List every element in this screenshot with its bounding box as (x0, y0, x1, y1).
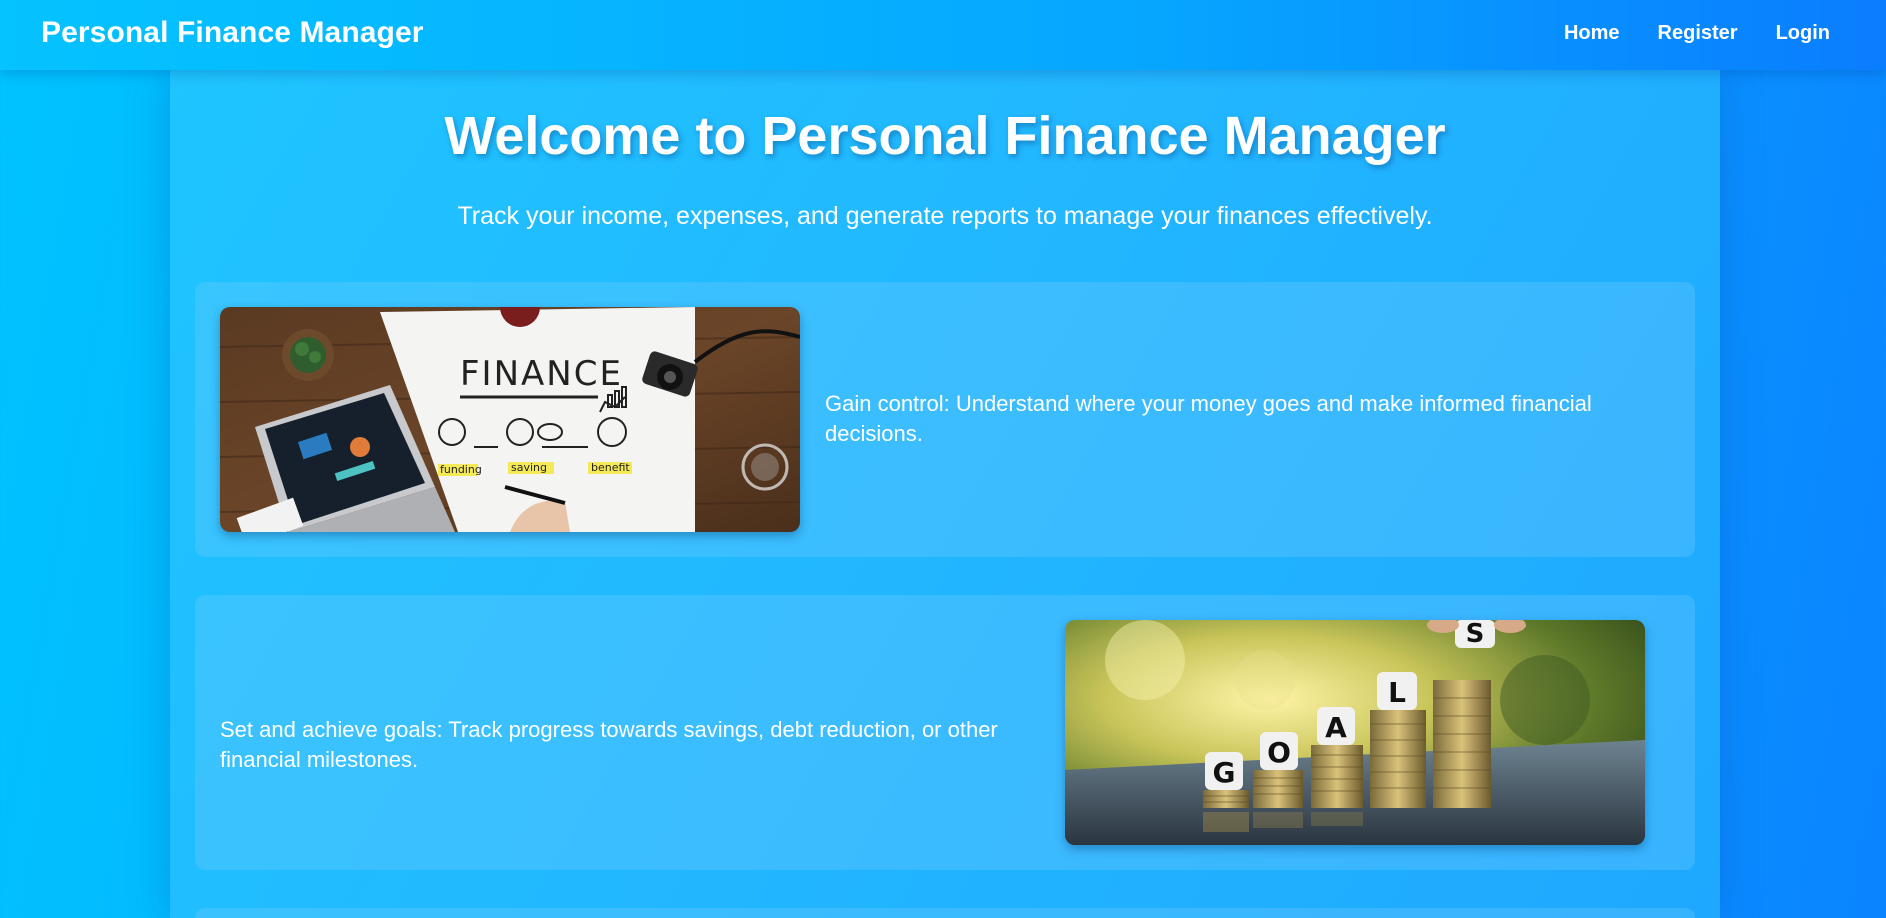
brand-logo-text[interactable]: Personal Finance Manager (41, 15, 424, 51)
svg-text:funding: funding (440, 463, 482, 476)
main-container: Welcome to Personal Finance Manager Trac… (170, 70, 1720, 918)
goals-coins-image: G O A L S (1065, 620, 1645, 845)
feature-card-goals: Set and achieve goals: Track progress to… (195, 595, 1695, 870)
page-subtitle: Track your income, expenses, and generat… (457, 202, 1433, 230)
feature-text-goals: Set and achieve goals: Track progress to… (220, 717, 998, 772)
nav-link-register[interactable]: Register (1658, 20, 1738, 46)
feature-text-gain-control: Gain control: Understand where your mone… (825, 391, 1592, 446)
svg-text:FINANCE: FINANCE (460, 354, 623, 394)
svg-text:benefit: benefit (591, 461, 630, 474)
svg-text:G: G (1213, 756, 1236, 789)
nav-link-login[interactable]: Login (1776, 20, 1830, 46)
svg-text:O: O (1267, 736, 1291, 769)
top-navbar: Personal Finance Manager Home Register L… (0, 0, 1886, 70)
feature-card-partial (195, 908, 1695, 918)
page-title: Welcome to Personal Finance Manager (444, 106, 1446, 166)
svg-text:S: S (1466, 620, 1485, 649)
nav-link-home[interactable]: Home (1564, 20, 1620, 46)
svg-text:A: A (1325, 711, 1347, 744)
nav-links: Home Register Login (1564, 20, 1830, 46)
feature-card-gain-control: FINANCE funding saving benefit Gain cont… (195, 282, 1695, 557)
finance-desk-image: FINANCE funding saving benefit (220, 307, 800, 532)
svg-text:saving: saving (511, 461, 547, 474)
svg-text:L: L (1388, 676, 1406, 709)
